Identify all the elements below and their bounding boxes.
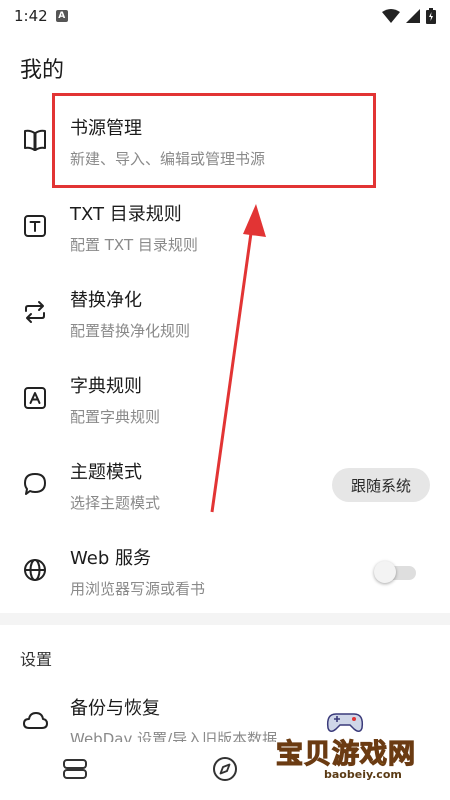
- section-divider: [0, 613, 450, 625]
- compass-icon[interactable]: [208, 752, 242, 786]
- cloud-icon: [23, 712, 48, 729]
- menu-item-title: 备份与恢复: [70, 698, 160, 719]
- menu-item-subtitle: WebDav 设置/导入旧版本数据: [70, 730, 278, 742]
- watermark-text: 宝贝游戏网: [275, 738, 416, 770]
- watermark-url: baobeiy.com: [324, 768, 402, 781]
- settings-section-label: 设置: [20, 650, 53, 669]
- bookshelf-icon[interactable]: [58, 752, 92, 786]
- watermark-logo: 宝贝游戏网 baobeiy.com: [275, 706, 426, 784]
